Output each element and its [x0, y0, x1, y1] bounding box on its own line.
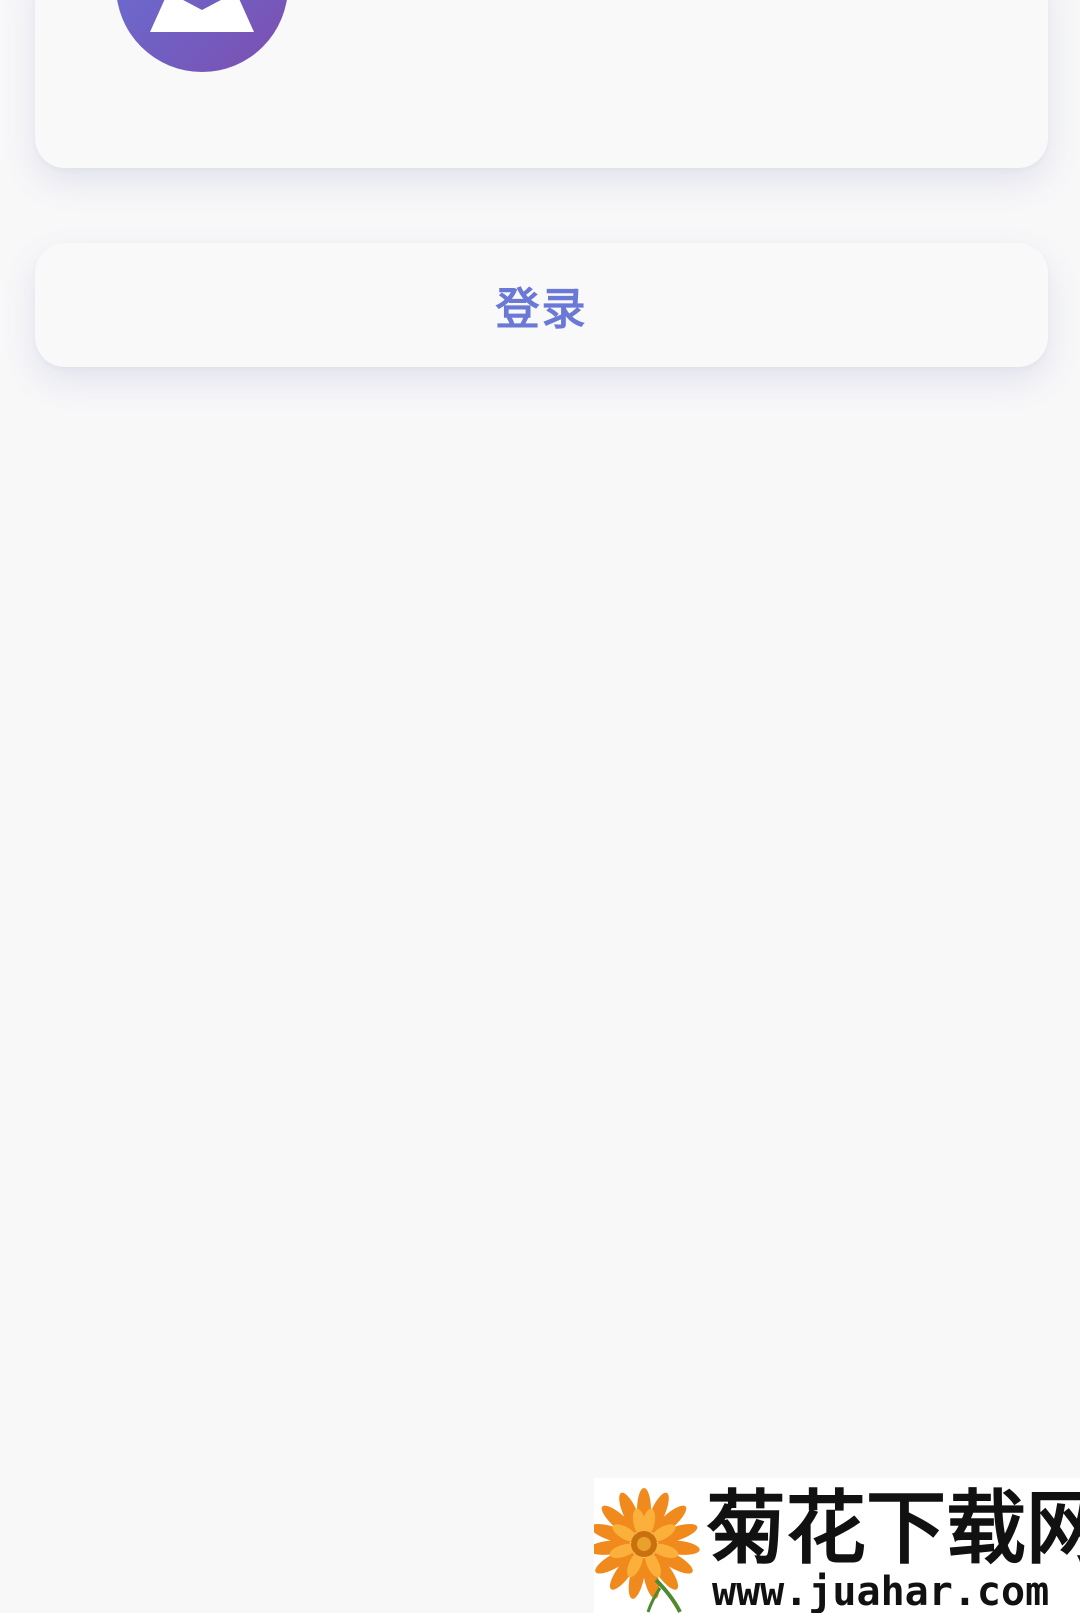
site-watermark: 菊花下载网 www.juahar.com	[594, 1478, 1080, 1613]
flower-logo	[594, 1488, 700, 1613]
watermark-title: 菊花下载网	[706, 1482, 1080, 1575]
login-label: 登录	[495, 284, 588, 335]
user-avatar-icon[interactable]	[116, 0, 288, 72]
watermark-url: www.juahar.com	[712, 1569, 1050, 1613]
app-screen: 登录 菊花下载网 www.juahar.com	[0, 0, 1080, 1613]
login-button[interactable]: 登录	[35, 243, 1048, 367]
profile-card[interactable]	[35, 0, 1048, 168]
